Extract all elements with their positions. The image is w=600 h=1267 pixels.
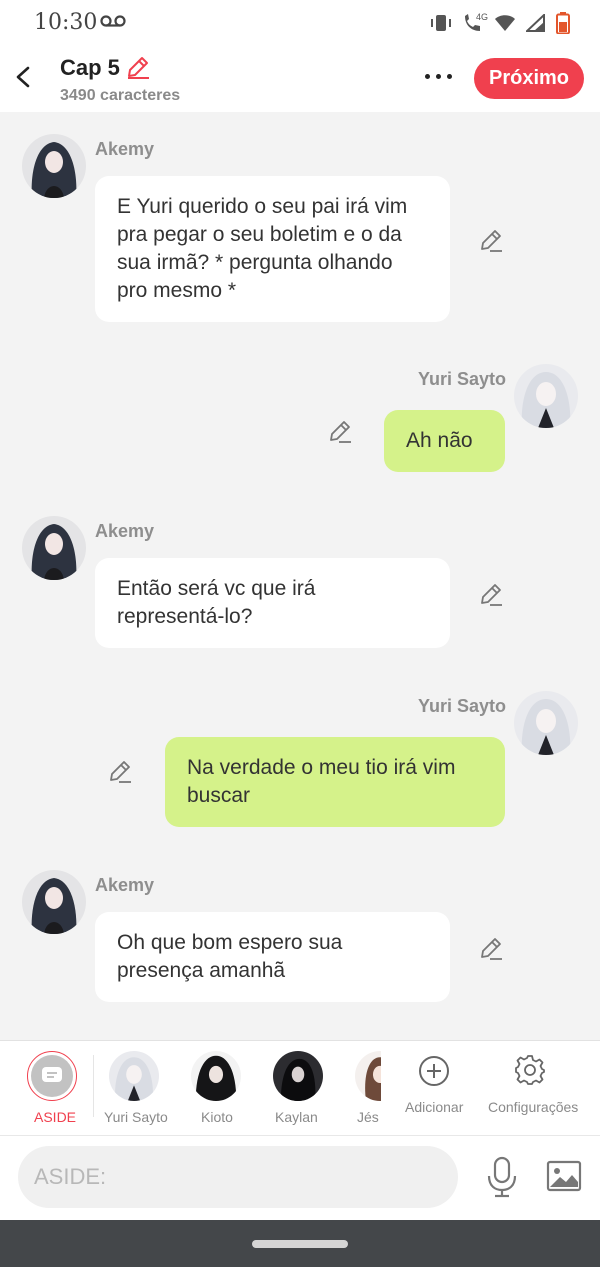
network-type-label: 4G <box>476 12 489 22</box>
settings-label: Configurações <box>488 1099 579 1115</box>
message-input-bar <box>0 1136 600 1220</box>
gear-icon <box>514 1054 546 1091</box>
pencil-icon <box>330 421 351 443</box>
message-bubble[interactable]: E Yuri querido o seu pai irá vim pra peg… <box>95 176 450 322</box>
character-kaylan[interactable]: Kaylan <box>272 1041 328 1137</box>
character-jes[interactable]: Jés <box>355 1041 381 1137</box>
character-kioto[interactable]: Kioto <box>190 1041 246 1137</box>
avatar-kaylan <box>273 1051 323 1101</box>
chevron-left-icon <box>16 66 30 88</box>
avatar-akemy[interactable] <box>22 134 86 198</box>
pencil-icon <box>128 57 149 79</box>
character-count: 3490 caracteres <box>60 87 181 104</box>
edit-title-button[interactable] <box>125 54 151 85</box>
character-selector: ASIDE Yuri Sayto Kioto Kaylan Jés Adicio… <box>0 1040 600 1136</box>
message-bubble[interactable]: Na verdade o meu tio irá vim buscar <box>165 737 505 827</box>
avatar-yuri-sayto[interactable] <box>514 364 578 428</box>
system-navigation-bar <box>0 1220 600 1267</box>
image-button[interactable] <box>546 1160 582 1197</box>
pencil-icon <box>481 938 502 960</box>
chapter-header: Cap 5 3490 caracteres Próximo <box>0 44 600 112</box>
edit-message-button[interactable] <box>478 227 504 253</box>
add-label: Adicionar <box>405 1099 464 1115</box>
message-sender: Akemy <box>95 521 155 541</box>
edit-message-button[interactable] <box>478 581 504 607</box>
avatar-yuri-sayto <box>109 1051 159 1101</box>
message-sender: Akemy <box>95 875 155 895</box>
vibrate-icon <box>430 14 452 37</box>
message-sender: Akemy <box>95 139 155 159</box>
avatar-yuri-sayto[interactable] <box>514 691 578 755</box>
character-yuri-sayto[interactable]: Yuri Sayto <box>100 1041 170 1137</box>
wifi-icon <box>494 14 516 37</box>
message-sender: Yuri Sayto <box>418 696 507 716</box>
message-input[interactable] <box>18 1146 458 1208</box>
message-bubble[interactable]: Então será vc que irá representá-lo? <box>95 558 450 648</box>
pencil-icon <box>110 761 131 783</box>
message-bubble[interactable]: Oh que bom espero sua presença amanhã <box>95 912 450 1002</box>
status-icons <box>430 12 570 39</box>
add-character-button[interactable]: Adicionar <box>400 1041 468 1137</box>
chapter-title: Cap 5 <box>60 55 120 80</box>
chat-editor-screen: 10:30 4G Cap 5 3490 caracteres Próximo A… <box>0 0 600 1267</box>
plus-circle-icon <box>418 1055 450 1092</box>
character-label: Yuri Sayto <box>104 1109 168 1125</box>
message-bubble[interactable]: Ah não <box>384 410 505 472</box>
cell-signal-icon <box>524 12 546 37</box>
character-label: Kioto <box>201 1109 233 1125</box>
avatar-kioto <box>191 1051 241 1101</box>
avatar-akemy[interactable] <box>22 870 86 934</box>
battery-icon <box>556 12 570 39</box>
character-label: Jés <box>357 1109 379 1125</box>
voicemail-icon <box>100 14 126 33</box>
back-button[interactable] <box>12 62 36 92</box>
more-options-button[interactable] <box>420 66 456 86</box>
character-aside[interactable]: ASIDE <box>0 1041 93 1137</box>
chat-bubble-icon <box>31 1055 73 1097</box>
avatar-jes <box>355 1051 381 1101</box>
microphone-icon <box>487 1156 517 1198</box>
status-time: 10:30 <box>34 10 98 35</box>
home-gesture-handle[interactable] <box>252 1240 348 1248</box>
next-button[interactable]: Próximo <box>474 58 584 99</box>
image-icon <box>546 1160 582 1192</box>
character-label: Kaylan <box>275 1109 318 1125</box>
settings-button[interactable]: Configurações <box>486 1041 582 1137</box>
character-label: ASIDE <box>34 1109 77 1125</box>
edit-message-button[interactable] <box>107 758 133 784</box>
divider <box>93 1055 94 1117</box>
chat-area: Akemy E Yuri querido o seu pai irá vim p… <box>0 112 600 1040</box>
pencil-icon <box>481 230 502 252</box>
microphone-button[interactable] <box>484 1156 520 1203</box>
edit-message-button[interactable] <box>327 418 353 444</box>
pencil-icon <box>481 584 502 606</box>
message-sender: Yuri Sayto <box>418 369 507 389</box>
aside-avatar <box>27 1051 77 1101</box>
status-bar: 10:30 4G <box>0 0 600 44</box>
edit-message-button[interactable] <box>478 935 504 961</box>
avatar-akemy[interactable] <box>22 516 86 580</box>
